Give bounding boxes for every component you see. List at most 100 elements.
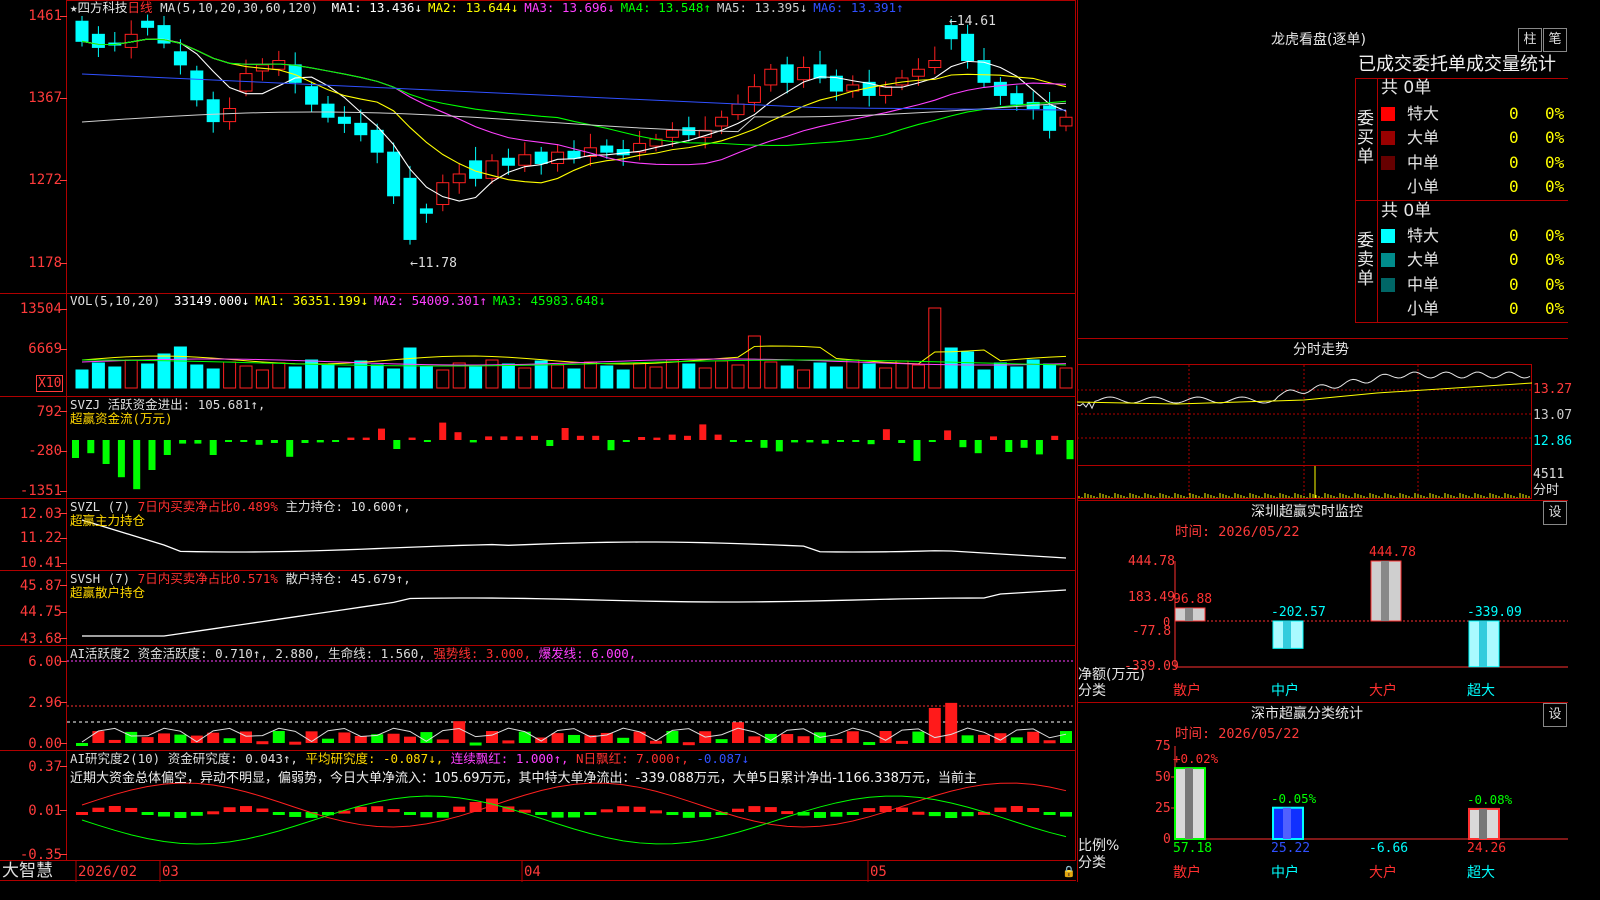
- tick-view-button[interactable]: 笔: [1543, 28, 1567, 52]
- class-category-0: 散户: [1173, 865, 1201, 881]
- candle-body: [993, 81, 1007, 96]
- candle-body: [879, 86, 893, 96]
- research-bar: [781, 811, 794, 815]
- brand-label: 大智慧: [2, 861, 53, 881]
- lock-icon[interactable]: 🔒: [1062, 866, 1076, 877]
- sell-name: 特大: [1407, 226, 1440, 245]
- svzj-bar: [791, 440, 799, 443]
- activity-bar: [322, 738, 334, 743]
- low-price-annotation: ←11.78: [410, 256, 457, 271]
- research-bar: [748, 806, 761, 812]
- research-bar: [108, 806, 121, 812]
- monitor-value-3: -339.09: [1467, 605, 1522, 620]
- class-value-2: -6.66: [1369, 841, 1409, 856]
- candle-body: [387, 151, 401, 197]
- volume-bar: [419, 365, 433, 389]
- research-bar: [158, 812, 170, 817]
- price-axis-2: 1367: [28, 90, 62, 106]
- buy-count: 0: [1509, 176, 1519, 196]
- research-bar: [1043, 812, 1056, 815]
- research-bar: [404, 812, 416, 815]
- svzj-bar: [194, 440, 202, 444]
- svzj-bar: [638, 437, 646, 440]
- candle-body: [518, 154, 532, 166]
- sell-count: 0: [1509, 298, 1519, 318]
- buy-count: 0: [1509, 152, 1519, 172]
- intraday-axis-2: 13.07: [1533, 408, 1573, 423]
- activity-bar: [978, 734, 990, 743]
- month-05: 05: [870, 864, 887, 880]
- svzj-bar: [469, 440, 477, 443]
- ai-active-header: AI活跃度2 资金活跃度: 0.710↑, 2.880, 生命线: 1.560,…: [70, 646, 637, 661]
- volume-bar: [337, 367, 351, 389]
- volume-bar: [797, 369, 811, 389]
- research-bar: [240, 806, 252, 812]
- activity-bar: [961, 735, 974, 743]
- intraday-unit: 分时: [1533, 483, 1560, 498]
- research-bar: [371, 806, 384, 812]
- ai-active-axis-2: 2.96: [28, 695, 62, 711]
- svzj-axis-1: 792: [36, 404, 62, 420]
- svzj-bar: [546, 440, 554, 446]
- volume-bar: [75, 369, 89, 389]
- research-bar: [174, 812, 187, 818]
- buy-pct: 0%: [1545, 104, 1565, 123]
- research-bar: [469, 801, 482, 812]
- svzj-bar: [806, 440, 814, 443]
- sell-swatch: [1381, 229, 1395, 243]
- svzj-bar: [117, 440, 125, 478]
- star-icon[interactable]: ★: [70, 0, 78, 15]
- research-bar: [256, 808, 269, 812]
- class-change-0: +0.02%: [1173, 751, 1219, 767]
- sz-monitor-axis-1: 444.78: [1128, 554, 1175, 569]
- volume-bar: [731, 364, 745, 389]
- ai-research-header: AI研究度2(10) 资金研究度: 0.043↑, 平均研究度: -0.087↓…: [70, 751, 750, 766]
- sz-monitor-settings[interactable]: 设: [1543, 501, 1567, 525]
- bar-view-button[interactable]: 柱: [1518, 28, 1542, 52]
- candle-body: [780, 64, 794, 83]
- ma-value-5: MA5: 13.395↓: [716, 0, 808, 15]
- main-kline-chart[interactable]: [0, 0, 1076, 882]
- candle-body: [747, 86, 761, 103]
- volume-bar: [272, 362, 286, 389]
- volume-bar: [141, 363, 155, 389]
- volume-bar: [518, 367, 532, 389]
- svzj-bar: [913, 440, 921, 461]
- sz-class-ylabel: 比例%: [1078, 838, 1120, 854]
- activity-bar: [354, 735, 367, 743]
- research-bar: [420, 812, 433, 818]
- period-label[interactable]: 日线: [128, 0, 153, 15]
- svzj-bar: [561, 428, 569, 440]
- sz-class-title: 深市超赢分类统计: [1251, 706, 1363, 722]
- research-bar: [928, 812, 941, 817]
- sell-pct: 0%: [1545, 298, 1565, 318]
- sz-monitor-axis-4: -339.09: [1124, 659, 1179, 674]
- sz-class-time: 时间: 2026/05/22: [1175, 726, 1300, 742]
- research-bar: [1027, 808, 1040, 812]
- dragon-tiger-title: 龙虎看盘(逐单): [1271, 32, 1366, 48]
- svzl-header: SVZL (7) 7日内买卖净占比0.489% 主力持仓: 10.600↑,: [70, 499, 411, 514]
- ma-value-2: MA2: 13.644↓: [427, 0, 519, 15]
- svzl-axis-2: 11.22: [19, 530, 62, 546]
- svzj-bar: [1020, 440, 1028, 448]
- svzj-bar: [87, 440, 95, 454]
- activity-bar: [92, 731, 105, 743]
- research-bar: [387, 809, 400, 813]
- monitor-bar-shade-1: [1283, 621, 1291, 649]
- svzj-bar: [301, 440, 309, 443]
- sz-monitor-time: 时间: 2026/05/22: [1175, 524, 1300, 540]
- sz-monitor-title: 深圳超赢实时监控: [1251, 504, 1363, 520]
- svzj-bar: [531, 435, 538, 440]
- sell-pct: 0%: [1545, 250, 1565, 270]
- volume-bar: [239, 365, 253, 389]
- month-03: 03: [162, 864, 179, 880]
- sz-class-settings[interactable]: 设: [1543, 703, 1567, 727]
- sz-class-xlabel: 分类: [1078, 855, 1106, 871]
- class-category-2: 大户: [1369, 865, 1397, 881]
- activity-bar: [617, 737, 630, 743]
- volume-bar: [764, 361, 778, 389]
- ai-active-bars: [67, 660, 1075, 746]
- research-bar: [223, 807, 236, 812]
- ai-research-axis-3: -0.35: [19, 847, 62, 863]
- sz-class-axis-3: 25: [1155, 801, 1171, 816]
